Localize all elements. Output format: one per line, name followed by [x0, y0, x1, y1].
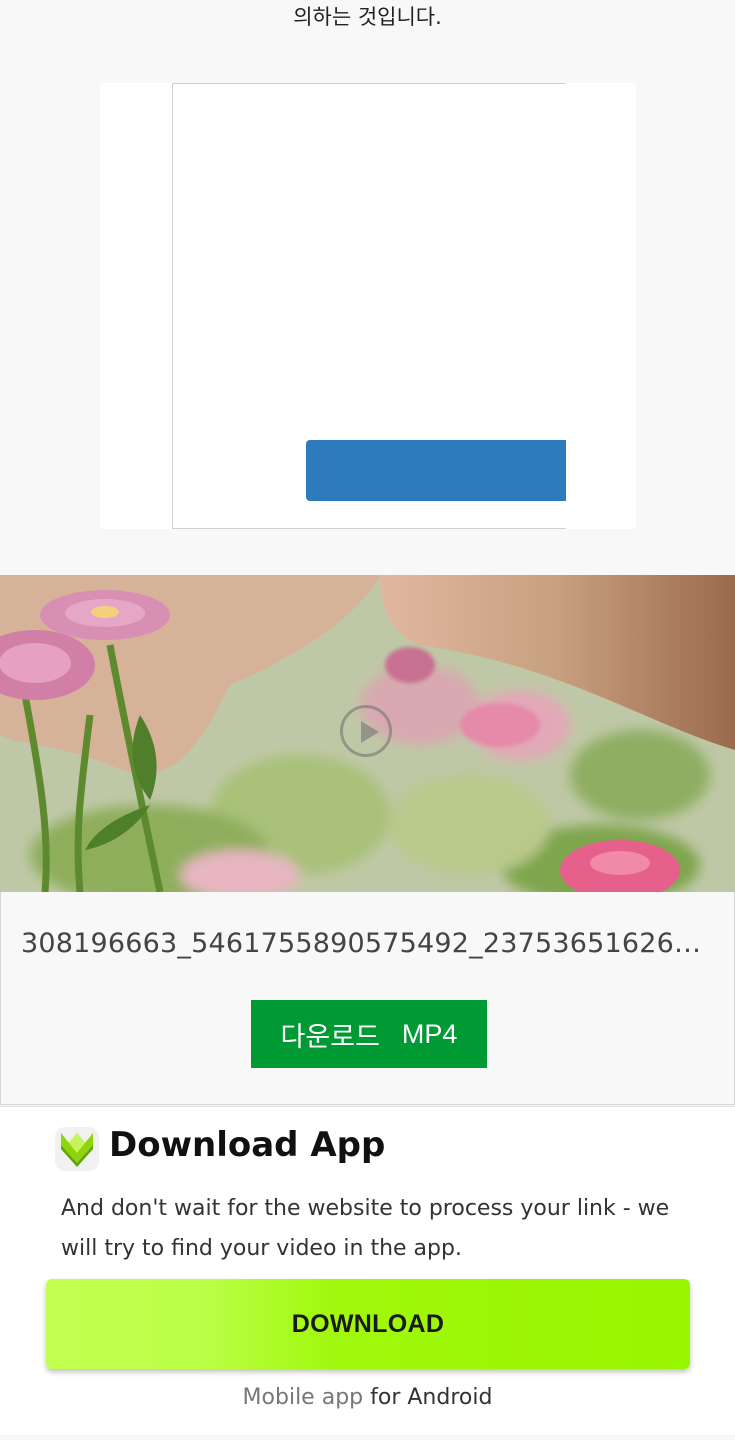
ad-button[interactable]	[306, 440, 566, 501]
top-text-fragment: 의하는 것입니다.	[293, 5, 442, 29]
platform-label: for Android	[370, 1385, 493, 1410]
mobile-app-note: Mobile app for Android	[0, 1385, 735, 1410]
ad-banner[interactable]	[100, 83, 636, 529]
app-promo-title: Download App	[109, 1125, 386, 1165]
format-label: MP4	[401, 1018, 458, 1049]
app-promo-panel: Download App And don't wait for the webs…	[0, 1106, 735, 1435]
video-thumbnail[interactable]	[0, 575, 735, 892]
download-app-button[interactable]: DOWNLOAD	[46, 1279, 690, 1369]
result-panel: 308196663_5461755890575492_2375365162633…	[0, 892, 735, 1105]
video-filename: 308196663_5461755890575492_2375365162633…	[21, 928, 711, 959]
play-icon[interactable]	[340, 705, 392, 757]
mobile-app-link[interactable]: Mobile app	[243, 1385, 364, 1410]
download-label: 다운로드	[280, 1021, 380, 1052]
ad-frame	[172, 83, 566, 529]
app-promo-description: And don't wait for the website to proces…	[61, 1196, 670, 1261]
download-arrow-icon	[55, 1127, 99, 1171]
download-mp4-button[interactable]: 다운로드 MP4	[251, 1000, 487, 1068]
